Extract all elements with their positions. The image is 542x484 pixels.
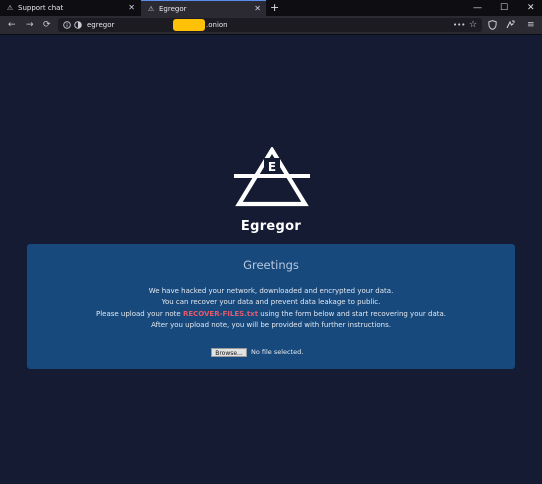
tab-support-chat[interactable]: ⚠ Support chat ✕ xyxy=(0,0,140,16)
file-upload: Browse... No file selected. xyxy=(211,347,303,357)
message-line: You can recover your data and prevent da… xyxy=(161,298,381,307)
bookmark-star-icon[interactable]: ☆ xyxy=(469,19,477,31)
message-line: Please upload your note RECOVER-FILES.tx… xyxy=(27,309,515,320)
logo-letter: E xyxy=(268,160,276,174)
tab-egregor[interactable]: ⚠ Egregor ✕ xyxy=(141,0,266,16)
extension-icon[interactable] xyxy=(505,20,515,30)
navigation-toolbar: ← → ⟳ egregor .onion ••• ☆ ≡ xyxy=(0,16,542,35)
url-text: egregor xyxy=(87,21,115,29)
warning-icon: ⚠ xyxy=(6,4,14,12)
shield-icon[interactable] xyxy=(488,20,497,30)
browser-chrome: ⚠ Support chat ✕ ⚠ Egregor ✕ + — ☐ ✕ ← →… xyxy=(0,0,542,35)
panel-title: Greetings xyxy=(243,258,299,272)
browse-button[interactable]: Browse... xyxy=(211,347,247,357)
message-line: We have hacked your network, downloaded … xyxy=(148,287,394,295)
maximize-icon[interactable]: ☐ xyxy=(500,2,508,14)
close-window-icon[interactable]: ✕ xyxy=(527,2,535,14)
message-line: After you upload note, you will be provi… xyxy=(151,320,391,329)
ransom-message: We have hacked your network, downloaded … xyxy=(27,286,515,331)
address-bar[interactable]: egregor .onion ••• xyxy=(58,18,482,32)
close-tab-icon[interactable]: ✕ xyxy=(254,4,261,14)
close-tab-icon[interactable]: ✕ xyxy=(128,3,135,13)
menu-icon[interactable]: ≡ xyxy=(527,19,535,31)
back-icon[interactable]: ← xyxy=(8,19,16,31)
ransom-note-panel: Greetings We have hacked your network, d… xyxy=(27,244,515,369)
message-text: Please upload your note xyxy=(95,309,183,318)
new-tab-button[interactable]: + xyxy=(270,1,279,15)
tab-bar: ⚠ Support chat ✕ ⚠ Egregor ✕ + — ☐ ✕ xyxy=(0,0,542,16)
info-icon[interactable] xyxy=(63,21,71,29)
tab-title: Support chat xyxy=(18,4,64,12)
egregor-logo-icon: E xyxy=(234,147,310,207)
warning-icon: ⚠ xyxy=(147,4,155,13)
message-text: using the form below and start recoverin… xyxy=(258,309,447,318)
note-filename: RECOVER-FILES.txt xyxy=(182,309,259,318)
url-suffix: .onion xyxy=(206,21,228,29)
url-redaction xyxy=(173,19,205,31)
reload-icon[interactable]: ⟳ xyxy=(43,19,51,31)
forward-icon[interactable]: → xyxy=(26,19,34,31)
tracking-protection-icon[interactable] xyxy=(74,21,82,29)
brand-title: Egregor xyxy=(240,219,302,234)
file-status: No file selected. xyxy=(251,348,304,356)
more-icon[interactable]: ••• xyxy=(453,19,465,31)
minimize-icon[interactable]: — xyxy=(473,2,482,14)
tab-title: Egregor xyxy=(159,4,187,13)
